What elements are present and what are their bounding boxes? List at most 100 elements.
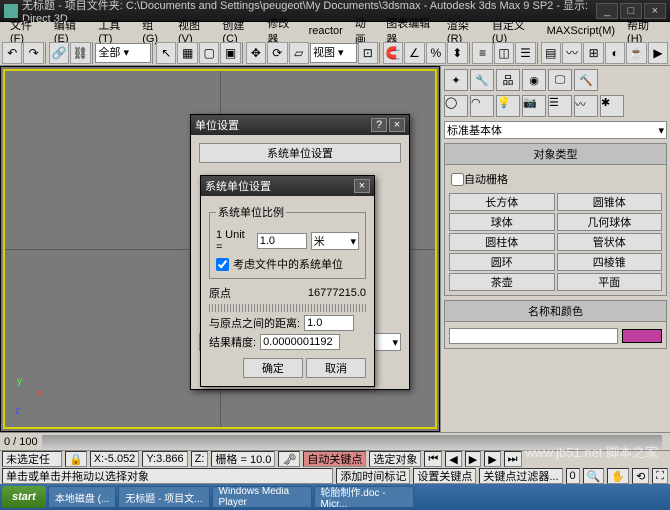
system-scale-legend: 系统单位比例 bbox=[216, 204, 286, 220]
nav-zoom-icon[interactable]: 🔍 bbox=[583, 468, 605, 484]
motion-tab[interactable]: ◉ bbox=[522, 69, 546, 91]
selection-status: 未选定任 bbox=[2, 451, 62, 467]
key-icon[interactable]: 🗝 bbox=[278, 451, 300, 467]
curve-editor-button[interactable]: 〰 bbox=[562, 42, 582, 64]
shapes-subtab[interactable]: ◠ bbox=[470, 95, 494, 117]
plane-button[interactable]: 平面 bbox=[557, 273, 663, 291]
sysunits-ok-button[interactable]: 确定 bbox=[243, 358, 303, 378]
main-toolbar: ↶ ↷ 🔗 ⛓ 全部 ▾ ↖ ▦ ▢ ▣ ✥ ⟳ ▱ 视图 ▾ ⊡ 🧲 ∠ % … bbox=[0, 40, 670, 66]
tube-button[interactable]: 管状体 bbox=[557, 233, 663, 251]
taskbar-item-3dsmax[interactable]: 无标题 - 项目文... bbox=[118, 486, 209, 508]
minimize-button[interactable]: _ bbox=[596, 3, 618, 19]
system-unit-setup-button[interactable]: 系统单位设置 bbox=[199, 143, 401, 163]
mirror-button[interactable]: ◫ bbox=[494, 42, 514, 64]
selkey-dropdown[interactable]: 选定对象 bbox=[369, 451, 421, 467]
window-crossing-button[interactable]: ▣ bbox=[220, 42, 240, 64]
material-editor-button[interactable]: ◐ bbox=[605, 42, 625, 64]
nav-pan-icon[interactable]: ✋ bbox=[607, 468, 629, 484]
teapot-button[interactable]: 茶壶 bbox=[449, 273, 555, 291]
systems-subtab[interactable]: ✱ bbox=[600, 95, 624, 117]
quick-render-button[interactable]: ▶ bbox=[648, 42, 668, 64]
ref-coord-dropdown[interactable]: 视图 ▾ bbox=[310, 43, 357, 63]
angle-snap[interactable]: ∠ bbox=[404, 42, 424, 64]
box-button[interactable]: 长方体 bbox=[449, 193, 555, 211]
setkey-button[interactable]: 设置关键点 bbox=[413, 468, 476, 484]
rotate-button[interactable]: ⟳ bbox=[267, 42, 287, 64]
autogrid-checkbox[interactable] bbox=[451, 173, 464, 186]
named-sel-button[interactable]: ≡ bbox=[472, 42, 492, 64]
origin-slider[interactable] bbox=[209, 304, 366, 312]
torus-button[interactable]: 圆环 bbox=[449, 253, 555, 271]
lights-subtab[interactable]: 💡 bbox=[496, 95, 520, 117]
align-button[interactable]: ☰ bbox=[515, 42, 535, 64]
category-dropdown[interactable]: 标准基本体▾ bbox=[444, 121, 667, 139]
time-tag-button[interactable]: 添加时间标记 bbox=[336, 468, 410, 484]
dialog-help-button[interactable]: ? bbox=[371, 118, 387, 132]
next-frame-button[interactable]: ▶ bbox=[484, 451, 500, 467]
respect-file-units-checkbox[interactable] bbox=[216, 258, 229, 271]
display-tab[interactable]: 🖵 bbox=[548, 69, 572, 91]
helpers-subtab[interactable]: ☰ bbox=[548, 95, 572, 117]
coord-y[interactable]: Y:3.866 bbox=[142, 451, 187, 467]
select-region-button[interactable]: ▢ bbox=[199, 42, 219, 64]
cameras-subtab[interactable]: 📷 bbox=[522, 95, 546, 117]
percent-snap[interactable]: % bbox=[426, 42, 446, 64]
menu-maxscript[interactable]: MAXScript(M) bbox=[541, 25, 621, 37]
taskbar-item-word[interactable]: 轮胎制作.doc - Micr... bbox=[314, 486, 414, 508]
link-button[interactable]: 🔗 bbox=[49, 42, 69, 64]
dialog-close-button[interactable]: × bbox=[389, 118, 405, 132]
use-center-button[interactable]: ⊡ bbox=[358, 42, 378, 64]
distance-input[interactable] bbox=[304, 315, 354, 331]
taskbar-item-wmp[interactable]: Windows Media Player bbox=[212, 486, 312, 508]
nav-orbit-icon[interactable]: ⟲ bbox=[632, 468, 649, 484]
utilities-tab[interactable]: 🔨 bbox=[574, 69, 598, 91]
menu-tools[interactable]: 工具(T) bbox=[92, 17, 136, 45]
autokey-button[interactable]: 自动关键点 bbox=[303, 451, 366, 467]
dialog2-close-button[interactable]: × bbox=[354, 179, 370, 193]
layer-button[interactable]: ▤ bbox=[541, 42, 561, 64]
scale-button[interactable]: ▱ bbox=[289, 42, 309, 64]
unlink-button[interactable]: ⛓ bbox=[70, 42, 90, 64]
sysunits-cancel-button[interactable]: 取消 bbox=[306, 358, 366, 378]
nav-maximize-icon[interactable]: ⛶ bbox=[652, 468, 668, 484]
render-scene-button[interactable]: ☕ bbox=[626, 42, 646, 64]
snap-toggle[interactable]: 🧲 bbox=[383, 42, 403, 64]
prev-frame-button[interactable]: ◀ bbox=[445, 451, 461, 467]
spacewarps-subtab[interactable]: 〰 bbox=[574, 95, 598, 117]
geometry-subtab[interactable]: ◯ bbox=[444, 95, 468, 117]
frame-input[interactable]: 0 bbox=[566, 468, 580, 484]
object-name-input[interactable] bbox=[449, 328, 618, 344]
spinner-snap[interactable]: ⬍ bbox=[447, 42, 467, 64]
unit-value-input[interactable] bbox=[257, 233, 307, 249]
create-tab[interactable]: ✦ bbox=[444, 69, 468, 91]
unit-type-dropdown[interactable]: 米▾ bbox=[311, 232, 359, 250]
taskbar-item-explorer[interactable]: 本地磁盘 (... bbox=[48, 486, 116, 508]
lock-button[interactable]: 🔒 bbox=[65, 451, 87, 467]
undo-button[interactable]: ↶ bbox=[2, 42, 22, 64]
cone-button[interactable]: 圆锥体 bbox=[557, 193, 663, 211]
cylinder-button[interactable]: 圆柱体 bbox=[449, 233, 555, 251]
pyramid-button[interactable]: 四棱锥 bbox=[557, 253, 663, 271]
goto-end-button[interactable]: ⏭ bbox=[504, 451, 522, 467]
rollout-name-color[interactable]: 名称和颜色 bbox=[445, 301, 666, 322]
coord-x[interactable]: X:-5.052 bbox=[90, 451, 140, 467]
select-button[interactable]: ↖ bbox=[156, 42, 176, 64]
modify-tab[interactable]: 🔧 bbox=[470, 69, 494, 91]
menu-reactor[interactable]: reactor bbox=[303, 25, 349, 37]
selection-filter[interactable]: 全部 ▾ bbox=[95, 43, 151, 63]
geosphere-button[interactable]: 几何球体 bbox=[557, 213, 663, 231]
play-button[interactable]: ▶ bbox=[465, 451, 481, 467]
sphere-button[interactable]: 球体 bbox=[449, 213, 555, 231]
select-name-button[interactable]: ▦ bbox=[177, 42, 197, 64]
rollout-object-type[interactable]: 对象类型 bbox=[445, 144, 666, 165]
start-button[interactable]: start bbox=[2, 486, 46, 508]
coord-z[interactable]: Z: bbox=[191, 451, 209, 467]
keyfilter-button[interactable]: 关键点过滤器... bbox=[479, 468, 562, 484]
move-button[interactable]: ✥ bbox=[246, 42, 266, 64]
menubar: 文件(F) 编辑(E) 工具(T) 组(G) 视图(V) 创建(C) 修改器 r… bbox=[0, 22, 670, 40]
goto-start-button[interactable]: ⏮ bbox=[424, 451, 442, 467]
color-swatch[interactable] bbox=[622, 329, 662, 343]
schematic-button[interactable]: ⊞ bbox=[583, 42, 603, 64]
redo-button[interactable]: ↷ bbox=[23, 42, 43, 64]
hierarchy-tab[interactable]: 品 bbox=[496, 69, 520, 91]
